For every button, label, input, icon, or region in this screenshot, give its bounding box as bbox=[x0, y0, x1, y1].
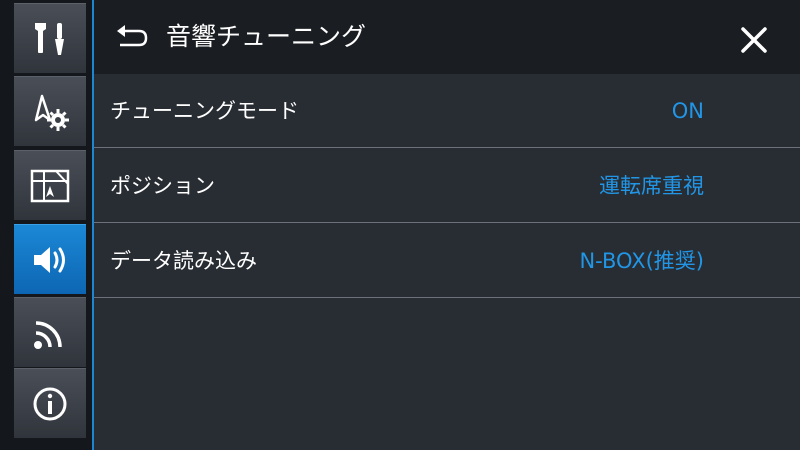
tools-icon bbox=[35, 22, 64, 55]
setting-row-position[interactable]: ポジション 運転席重視 bbox=[94, 149, 800, 223]
header-bar: 音響チューニング bbox=[94, 0, 800, 74]
setting-label: データ読み込み bbox=[110, 249, 257, 273]
back-arrow-icon[interactable] bbox=[114, 22, 150, 52]
close-icon[interactable] bbox=[734, 20, 774, 60]
speaker-icon bbox=[34, 246, 65, 273]
setting-row-tuning-mode[interactable]: チューニングモード ON bbox=[94, 74, 800, 148]
map-icon bbox=[30, 169, 70, 202]
setting-value: 運転席重視 bbox=[599, 174, 704, 198]
sidebar bbox=[0, 0, 92, 450]
navigation-settings-icon bbox=[34, 94, 69, 131]
setting-value: N-BOX(推奨) bbox=[579, 249, 704, 273]
page-title: 音響チューニング bbox=[166, 22, 367, 51]
setting-value: ON bbox=[671, 99, 704, 123]
setting-label: ポジション bbox=[110, 174, 215, 198]
sidebar-item-navigation-settings[interactable] bbox=[14, 76, 86, 146]
setting-label: チューニングモード bbox=[110, 99, 299, 123]
sidebar-item-wireless[interactable] bbox=[14, 297, 86, 367]
sidebar-item-tools[interactable] bbox=[14, 3, 86, 73]
sidebar-item-info[interactable] bbox=[14, 368, 86, 438]
sidebar-item-map[interactable] bbox=[14, 150, 86, 220]
info-icon bbox=[33, 387, 67, 420]
wireless-icon bbox=[34, 320, 62, 349]
setting-row-data-load[interactable]: データ読み込み N-BOX(推奨) bbox=[94, 224, 800, 298]
sidebar-item-sound[interactable] bbox=[14, 224, 86, 294]
main-panel: 音響チューニング チューニングモード ON ポジション 運転席重視 データ読み込… bbox=[94, 0, 800, 450]
